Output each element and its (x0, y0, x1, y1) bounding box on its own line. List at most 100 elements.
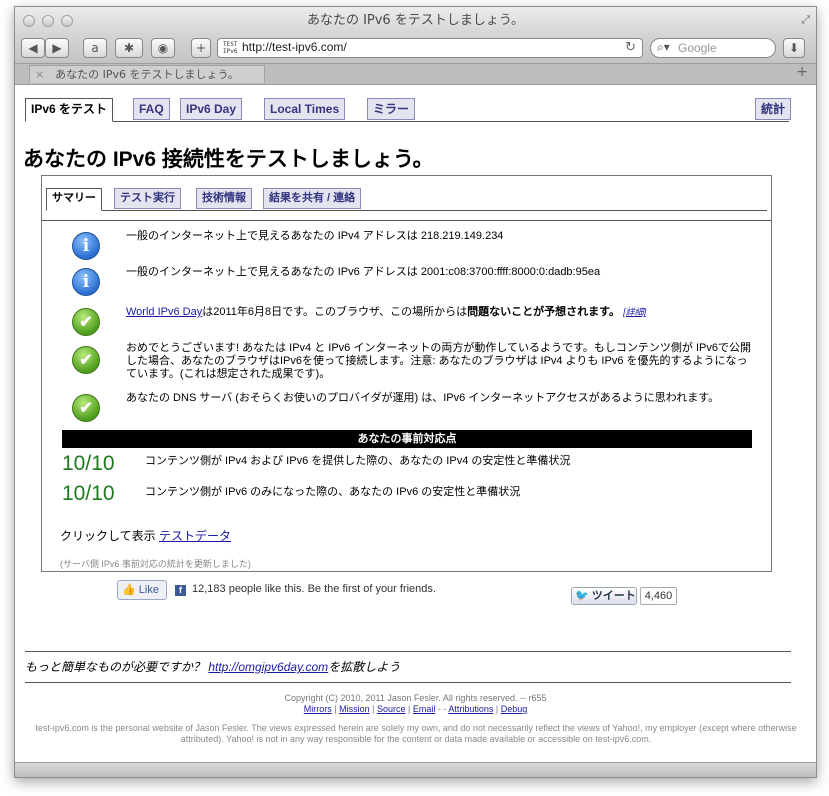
page-title: あなたの IPv6 接続性をテストしましょう。 (23, 148, 434, 171)
nav-tab-stats[interactable]: 統計 (755, 98, 792, 120)
stats-footnote: (サーバ側 IPv6 事前対応の統計を更新しました) (60, 559, 251, 569)
evernote-extension-button[interactable]: ◉ (151, 38, 175, 58)
test-data-link[interactable]: テストデータ (159, 529, 231, 543)
footer-dash: - (443, 704, 447, 714)
show-test-data-label: クリックして表示 (60, 529, 159, 543)
plus-icon: + (195, 41, 207, 55)
back-arrow-icon: ◀ (28, 41, 38, 55)
close-window-button[interactable] (23, 15, 35, 27)
checkmark-icon: ✔ (72, 346, 100, 374)
window-controls (23, 15, 73, 27)
search-field[interactable]: ⌕▾ Google (650, 38, 776, 58)
tab-bar: × あなたの IPv6 をテストしましょう。 + (15, 64, 816, 85)
footer-link-email[interactable]: Email (413, 704, 436, 714)
promo-prefix: もっと簡単なものが必要ですか？ (25, 660, 209, 674)
checkmark-icon: ✔ (72, 394, 100, 422)
fullscreen-icon[interactable]: ⤢ (801, 13, 810, 27)
world-ipv6-day-link[interactable]: World IPv6 Day (126, 306, 202, 318)
window-title: あなたの IPv6 をテストしましょう。 (306, 13, 525, 28)
facebook-like-button[interactable]: 👍 Like (117, 580, 167, 600)
site-favicon: TEST IPv6 (223, 41, 238, 55)
results-panel: サマリー テスト実行 技術情報 結果を共有 / 連絡 i 一般のインターネット上… (41, 175, 772, 572)
reload-icon[interactable]: ↻ (625, 40, 636, 55)
promo-suffix: を拡散しよう (328, 660, 401, 674)
new-tab-icon[interactable]: + (796, 64, 808, 80)
like-label: Like (138, 584, 159, 596)
tab-title: あなたの IPv6 をテストしましょう。 (55, 68, 239, 81)
search-placeholder: Google (678, 41, 717, 55)
tweet-label: ツイート (591, 590, 636, 602)
footer-link-mirrors[interactable]: Mirrors (304, 704, 332, 714)
nav-tab-mirrors[interactable]: ミラー (367, 98, 416, 120)
footer-link-attributions[interactable]: Attributions (448, 704, 493, 714)
dns-text: あなたの DNS サーバ (おそらくお使いのプロバイダが運用) は、IPv6 イ… (126, 392, 720, 404)
tab-tech-info[interactable]: 技術情報 (196, 188, 252, 209)
world-day-desc: は2011年6月8日です。このブラウザ、この場所からは (202, 306, 468, 318)
world-day-result: 問題ないことが予想されます。 (467, 306, 621, 318)
amazon-extension-button[interactable]: a (83, 38, 107, 58)
amazon-icon: a (91, 41, 99, 55)
details-link[interactable]: [詳細] (623, 307, 646, 317)
url-text[interactable]: http://test-ipv6.com/ (242, 40, 347, 54)
ipv4-readiness-score: 10/10 (62, 452, 115, 475)
browser-tab[interactable]: × あなたの IPv6 をテストしましょう。 (29, 65, 265, 83)
elephant-icon: ◉ (157, 41, 169, 55)
back-button[interactable]: ◀ (21, 38, 45, 58)
divider (42, 220, 771, 221)
ipv4-readiness-text: コンテンツ側が IPv4 および IPv6 を提供した際の、あなたの IPv4 … (145, 455, 571, 467)
footer-link-source[interactable]: Source (377, 704, 406, 714)
twitter-bird-icon: 🐦 (575, 590, 589, 602)
divider (25, 651, 791, 652)
readiness-header: あなたの事前対応点 (62, 430, 752, 448)
copyright: Copyright (C) 2010, 2011 Jason Fesler. A… (284, 693, 547, 703)
status-bar (15, 762, 816, 777)
address-bar[interactable]: TEST IPv6 http://test-ipv6.com/ ↻ (217, 38, 643, 58)
browser-window: あなたの IPv6 をテストしましょう。 ⤢ ◀ ▶ a ✱ ◉ + TEST I… (14, 6, 817, 778)
minimize-window-button[interactable] (42, 15, 54, 27)
info-icon: i (72, 268, 100, 296)
tweet-button[interactable]: 🐦 ツイート (571, 587, 637, 605)
site-nav: IPv6 をテスト FAQ IPv6 Day Local Times ミラー 統… (25, 97, 792, 122)
zoom-window-button[interactable] (61, 15, 73, 27)
forward-arrow-icon: ▶ (52, 41, 62, 55)
close-tab-icon[interactable]: × (35, 66, 44, 83)
facebook-icon: f (175, 585, 186, 596)
disclaimer: test-ipv6.com is the personal website of… (35, 723, 797, 744)
tweet-count: 4,460 (640, 587, 677, 605)
ipv6-readiness-text: コンテンツ側が IPv6 のみになった際の、あなたの IPv6 の安定性と準備状… (145, 486, 521, 498)
footer-links: Mirrors | Mission | Source | Email - - A… (303, 704, 528, 714)
download-icon: ⬇ (788, 41, 800, 55)
divider (25, 682, 791, 683)
footer-link-mission[interactable]: Mission (339, 704, 370, 714)
world-day-text: World IPv6 Dayは2011年6月8日です。このブラウザ、この場所から… (126, 306, 746, 319)
search-icon: ⌕▾ (657, 40, 670, 54)
forward-button[interactable]: ▶ (45, 38, 69, 58)
add-bookmark-button[interactable]: + (191, 38, 211, 58)
browser-toolbar: ◀ ▶ a ✱ ◉ + TEST IPv6 http://test-ipv6.co… (15, 35, 816, 64)
title-bar: あなたの IPv6 をテストしましょう。 ⤢ (15, 7, 816, 35)
thumbs-up-icon: 👍 (122, 584, 136, 596)
ipv6-address-text: 一般のインターネット上で見えるあなたの IPv6 アドレスは 2001:c08:… (126, 266, 601, 278)
checkmark-icon: ✔ (72, 308, 100, 336)
promo-text: もっと簡単なものが必要ですか？ http://omgipv6day.comを拡散… (25, 658, 400, 675)
show-test-data: クリックして表示 テストデータ (60, 527, 231, 544)
like-count-text: 12,183 people like this. Be the first of… (192, 583, 436, 595)
ipv6-readiness-score: 10/10 (62, 482, 115, 505)
footer-link-debug[interactable]: Debug (501, 704, 528, 714)
ipv4-address-text: 一般のインターネット上で見えるあなたの IPv4 アドレスは 218.219.1… (126, 230, 504, 242)
bug-icon: ✱ (123, 41, 135, 55)
page-content: IPv6 をテスト FAQ IPv6 Day Local Times ミラー 統… (15, 85, 816, 765)
info-icon: i (72, 232, 100, 260)
tab-run-tests[interactable]: テスト実行 (114, 188, 181, 209)
tab-summary[interactable]: サマリー (46, 188, 102, 211)
downloads-button[interactable]: ⬇ (783, 38, 805, 58)
tab-share-contact[interactable]: 結果を共有 / 連絡 (263, 188, 362, 209)
bug-extension-button[interactable]: ✱ (115, 38, 143, 58)
nav-tab-local-times[interactable]: Local Times (264, 98, 346, 120)
nav-tab-faq[interactable]: FAQ (133, 98, 170, 120)
omgipv6day-link[interactable]: http://omgipv6day.com (208, 660, 328, 674)
nav-tab-ipv6-day[interactable]: IPv6 Day (180, 98, 243, 120)
results-tabs: サマリー テスト実行 技術情報 結果を共有 / 連絡 (46, 186, 767, 211)
nav-tab-test[interactable]: IPv6 をテスト (25, 98, 114, 122)
dual-stack-text: おめでとうございます! あなたは IPv4 と IPv6 インターネットの両方が… (126, 342, 751, 380)
